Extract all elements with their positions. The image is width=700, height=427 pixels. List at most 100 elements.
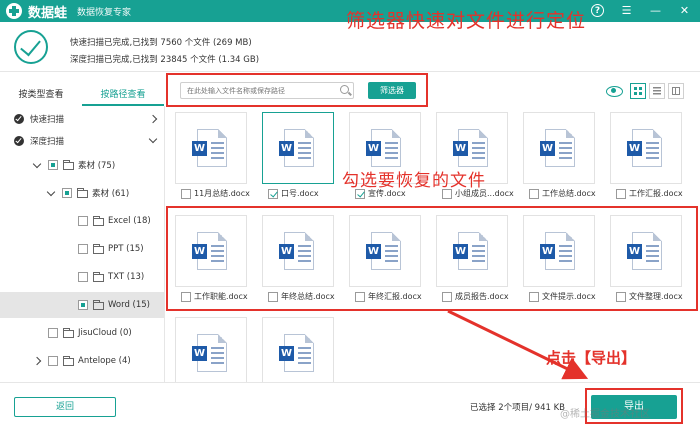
annotation-export-note: 点击【导出】 bbox=[546, 349, 637, 367]
grid-icon bbox=[634, 87, 642, 95]
file-checkbox[interactable] bbox=[616, 188, 626, 199]
app-logo: 数据蛙 数据恢复专家 bbox=[6, 2, 131, 21]
tree-checkbox[interactable] bbox=[78, 244, 88, 254]
tree-checkbox[interactable] bbox=[78, 300, 88, 310]
tree-item-label: JisuCloud (0) bbox=[78, 328, 132, 338]
preview-eye-icon[interactable] bbox=[606, 85, 623, 97]
word-doc-icon: W bbox=[366, 129, 401, 167]
file-thumbnail[interactable]: W bbox=[175, 317, 247, 382]
tree-item-sucai-61[interactable]: 素材 (61) bbox=[0, 180, 164, 206]
file-name: 11月总结.docx bbox=[194, 189, 250, 198]
help-icon: ? bbox=[591, 4, 604, 17]
annotation-select-note: 勾选要恢复的文件 bbox=[342, 171, 486, 191]
list-view-button[interactable] bbox=[649, 83, 665, 99]
chevron-down-icon[interactable] bbox=[148, 134, 158, 144]
back-button[interactable]: 返回 bbox=[14, 397, 116, 417]
word-doc-icon: W bbox=[540, 129, 575, 167]
tree-checkbox[interactable] bbox=[48, 160, 58, 170]
annotation-box-files bbox=[166, 206, 698, 311]
tree-item-label: 素材 (61) bbox=[92, 189, 130, 199]
folder-icon bbox=[93, 271, 104, 282]
check-circle-icon[interactable] bbox=[14, 114, 24, 124]
folder-icon bbox=[93, 243, 104, 254]
app-brand: 数据蛙 bbox=[28, 5, 68, 21]
file-name: 工作总结.docx bbox=[542, 189, 596, 198]
tree-item-word[interactable]: Word (15) bbox=[0, 292, 164, 318]
file-name: 口号.docx bbox=[281, 189, 319, 198]
path-tree: 快速扫描 深度扫描 素材 (75) 素材 (61) Excel (18) PPT… bbox=[0, 106, 165, 382]
detail-view-button[interactable] bbox=[668, 83, 684, 99]
file-item[interactable]: W bbox=[174, 309, 248, 382]
tree-item-jisucloud[interactable]: JisuCloud (0) bbox=[0, 320, 164, 346]
tree-item-deep-scan[interactable]: 深度扫描 bbox=[0, 128, 164, 154]
word-doc-icon: W bbox=[453, 129, 488, 167]
view-tabs: 按类型查看 按路径查看 bbox=[0, 86, 165, 106]
file-item[interactable]: W 11月总结.docx bbox=[174, 106, 250, 202]
file-thumbnail[interactable]: W bbox=[262, 112, 334, 184]
file-checkbox[interactable] bbox=[268, 188, 278, 199]
annotation-filter-note: 筛选器快速对文件进行定位 bbox=[346, 10, 587, 32]
expand-arrow-icon[interactable] bbox=[32, 356, 42, 366]
file-thumbnail[interactable]: W bbox=[262, 317, 334, 382]
deep-scan-status: 深度扫描已完成,已找到 23845 个文件 (1.34 GB) bbox=[70, 55, 260, 65]
logo-cross-icon bbox=[6, 3, 22, 19]
word-doc-icon: W bbox=[192, 129, 227, 167]
grid-view-button[interactable] bbox=[630, 83, 646, 99]
detail-pane-icon bbox=[672, 87, 680, 95]
tree-item-label: Excel (18) bbox=[108, 216, 151, 226]
minimize-button[interactable]: — bbox=[648, 3, 663, 18]
help-button[interactable]: ? bbox=[590, 3, 605, 18]
quick-scan-status: 快速扫描已完成,已找到 7560 个文件 (269 MB) bbox=[70, 38, 252, 48]
tree-checkbox[interactable] bbox=[62, 188, 72, 198]
tree-checkbox[interactable] bbox=[78, 216, 88, 226]
tree-item-antelope[interactable]: Antelope (4) bbox=[0, 348, 164, 374]
file-name: 工作汇报.docx bbox=[629, 189, 683, 198]
file-item[interactable]: W 工作汇报.docx bbox=[609, 106, 683, 202]
word-doc-icon: W bbox=[279, 334, 314, 372]
file-item[interactable]: W 口号.docx bbox=[261, 106, 335, 202]
expand-arrow-icon[interactable] bbox=[46, 187, 56, 196]
window-controls: ? ☰ — ✕ bbox=[590, 3, 692, 18]
folder-icon bbox=[63, 159, 74, 170]
file-thumbnail[interactable]: W bbox=[523, 112, 595, 184]
tree-item-label: PPT (15) bbox=[108, 244, 144, 254]
tab-by-path[interactable]: 按路径查看 bbox=[82, 86, 164, 106]
folder-icon bbox=[63, 355, 74, 366]
tree-item-ppt[interactable]: PPT (15) bbox=[0, 236, 164, 262]
tree-item-txt[interactable]: TXT (13) bbox=[0, 264, 164, 290]
tree-item-excel[interactable]: Excel (18) bbox=[0, 208, 164, 234]
tree-item-label: 深度扫描 bbox=[30, 137, 65, 147]
word-doc-icon: W bbox=[192, 334, 227, 372]
tree-item-sucai-75[interactable]: 素材 (75) bbox=[0, 152, 164, 178]
folder-icon bbox=[93, 299, 104, 310]
folder-icon bbox=[93, 215, 104, 226]
minimize-icon: — bbox=[650, 4, 661, 17]
chevron-right-icon[interactable] bbox=[148, 114, 158, 124]
tree-checkbox[interactable] bbox=[78, 272, 88, 282]
view-toolbar bbox=[606, 83, 684, 99]
file-thumbnail[interactable]: W bbox=[610, 112, 682, 184]
menu-button[interactable]: ☰ bbox=[619, 3, 634, 18]
file-checkbox[interactable] bbox=[181, 188, 191, 199]
list-icon bbox=[653, 87, 661, 95]
watermark: @稀土掘金技术社区 bbox=[560, 409, 650, 420]
file-item[interactable]: W 工作总结.docx bbox=[522, 106, 596, 202]
tree-checkbox[interactable] bbox=[48, 328, 58, 338]
annotation-box-search bbox=[166, 73, 428, 107]
tree-item-label: Antelope (4) bbox=[78, 356, 131, 366]
close-icon: ✕ bbox=[679, 4, 690, 17]
tree-item-label: 素材 (75) bbox=[78, 161, 116, 171]
tab-by-type[interactable]: 按类型查看 bbox=[0, 86, 82, 106]
tree-checkbox[interactable] bbox=[48, 356, 58, 366]
close-button[interactable]: ✕ bbox=[677, 3, 692, 18]
folder-icon bbox=[77, 187, 88, 198]
file-thumbnail[interactable]: W bbox=[175, 112, 247, 184]
selection-info: 已选择 2个项目/ 941 KB bbox=[470, 403, 566, 413]
file-checkbox[interactable] bbox=[529, 188, 539, 199]
check-circle-icon[interactable] bbox=[14, 136, 24, 146]
word-doc-icon: W bbox=[279, 129, 314, 167]
file-item[interactable]: W bbox=[261, 309, 335, 382]
tree-item-label: 快速扫描 bbox=[30, 115, 65, 125]
tree-item-label: Word (15) bbox=[108, 300, 150, 310]
expand-arrow-icon[interactable] bbox=[32, 159, 42, 168]
